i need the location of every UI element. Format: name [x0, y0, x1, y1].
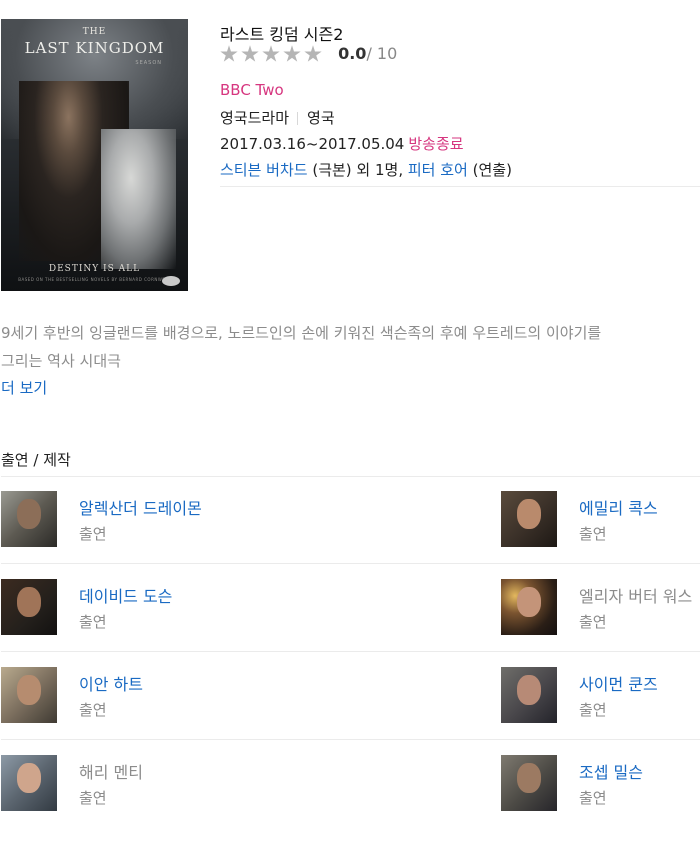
- avatar[interactable]: [1, 755, 57, 811]
- star-icon[interactable]: [283, 45, 301, 62]
- air-dates: 2017.03.16~2017.05.04 방송종료: [220, 133, 464, 154]
- cast-role: 출연: [79, 789, 107, 807]
- cast-item[interactable]: 엘리자 버터 워스 출연: [501, 579, 700, 639]
- poster-image[interactable]: THE LAST KINGDOM SEASON DESTINY IS ALL B…: [1, 19, 188, 291]
- poster-title-prefix: THE: [82, 27, 107, 37]
- studio-logo: [162, 276, 180, 286]
- cast-name-link[interactable]: 알렉산더 드레이몬: [79, 495, 202, 519]
- network-link[interactable]: BBC Two: [220, 81, 284, 99]
- cast-item[interactable]: 사이먼 쿤즈 출연: [501, 667, 700, 727]
- date-range: 2017.03.16~2017.05.04: [220, 135, 405, 153]
- cast-item[interactable]: 조셉 밀슨 출연: [501, 755, 700, 815]
- cast-role: 출연: [579, 701, 607, 719]
- avatar[interactable]: [501, 491, 557, 547]
- country: 영국: [307, 109, 335, 127]
- director-link[interactable]: 피터 호어: [408, 161, 468, 179]
- divider: [220, 186, 700, 187]
- rating-stars[interactable]: [220, 44, 325, 64]
- cast-role: 출연: [79, 613, 107, 631]
- avatar-face: [17, 499, 41, 529]
- avatar[interactable]: [1, 667, 57, 723]
- rating-max: / 10: [366, 44, 398, 63]
- avatar[interactable]: [501, 755, 557, 811]
- director-role: (연출): [467, 161, 512, 179]
- poster-title: LAST KINGDOM: [24, 39, 165, 57]
- credits-line: 스티븐 버차드 (극본) 외 1명, 피터 호어 (연출): [220, 159, 512, 180]
- divider: [1, 739, 700, 740]
- avatar[interactable]: [1, 491, 57, 547]
- divider: [297, 112, 299, 125]
- avatar-face: [17, 587, 41, 617]
- avatar-face: [17, 763, 41, 793]
- show-title: 라스트 킹덤 시즌2: [220, 25, 344, 44]
- divider: [1, 651, 700, 652]
- divider: [1, 563, 700, 564]
- writer-link[interactable]: 스티븐 버차드: [220, 161, 308, 179]
- divider: [1, 476, 700, 477]
- cast-role: 출연: [79, 701, 107, 719]
- avatar-face: [517, 763, 541, 793]
- section-title: 출연 / 제작: [1, 451, 71, 469]
- cast-role: 출연: [579, 613, 607, 631]
- cast-item[interactable]: 알렉산더 드레이몬 출연: [1, 491, 231, 551]
- cast-item[interactable]: 이안 하트 출연: [1, 667, 231, 727]
- star-icon[interactable]: [220, 45, 238, 62]
- poster-tagline: DESTINY IS ALL: [48, 264, 141, 274]
- cast-name-link[interactable]: 데이비드 도슨: [79, 583, 172, 607]
- star-icon[interactable]: [241, 45, 259, 62]
- cast-item[interactable]: 데이비드 도슨 출연: [1, 579, 231, 639]
- rating: 0.0/ 10: [220, 43, 397, 63]
- cast-name: 해리 멘티: [79, 763, 143, 782]
- avatar[interactable]: [1, 579, 57, 635]
- writer-role: (극본) 외 1명,: [307, 161, 408, 179]
- cast-item[interactable]: 에밀리 콕스 출연: [501, 491, 700, 551]
- cast-name-link[interactable]: 사이먼 쿤즈: [579, 671, 658, 695]
- poster-season: SEASON: [135, 60, 162, 66]
- cast-item[interactable]: 해리 멘티 출연: [1, 755, 231, 815]
- avatar[interactable]: [501, 667, 557, 723]
- poster-credit: BASED ON THE BESTSELLING NOVELS BY BERNA…: [18, 277, 171, 282]
- cast-name: 엘리자 버터 워스: [579, 587, 693, 606]
- star-icon[interactable]: [304, 45, 322, 62]
- avatar-face: [517, 587, 541, 617]
- genre: 영국드라마: [220, 109, 290, 127]
- synopsis-line: 그리는 역사 시대극: [1, 352, 121, 370]
- synopsis-line: 9세기 후반의 잉글랜드를 배경으로, 노르드인의 손에 키워진 색슨족의 후예…: [1, 324, 602, 342]
- cast-name-link[interactable]: 에밀리 콕스: [579, 495, 658, 519]
- avatar-face: [517, 499, 541, 529]
- star-icon[interactable]: [262, 45, 280, 62]
- avatar-face: [17, 675, 41, 705]
- poster-horse: [101, 129, 176, 269]
- cast-name-link[interactable]: 이안 하트: [79, 671, 143, 695]
- status-badge: 방송종료: [408, 135, 464, 153]
- cast-role: 출연: [579, 525, 607, 543]
- cast-role: 출연: [579, 789, 607, 807]
- cast-name-link[interactable]: 조셉 밀슨: [579, 759, 643, 783]
- genre-line: 영국드라마 영국: [220, 107, 335, 128]
- cast-role: 출연: [79, 525, 107, 543]
- more-link[interactable]: 더 보기: [1, 377, 47, 398]
- avatar-face: [517, 675, 541, 705]
- synopsis: 9세기 후반의 잉글랜드를 배경으로, 노르드인의 손에 키워진 색슨족의 후예…: [1, 319, 700, 375]
- rating-score: 0.0: [338, 44, 367, 63]
- avatar[interactable]: [501, 579, 557, 635]
